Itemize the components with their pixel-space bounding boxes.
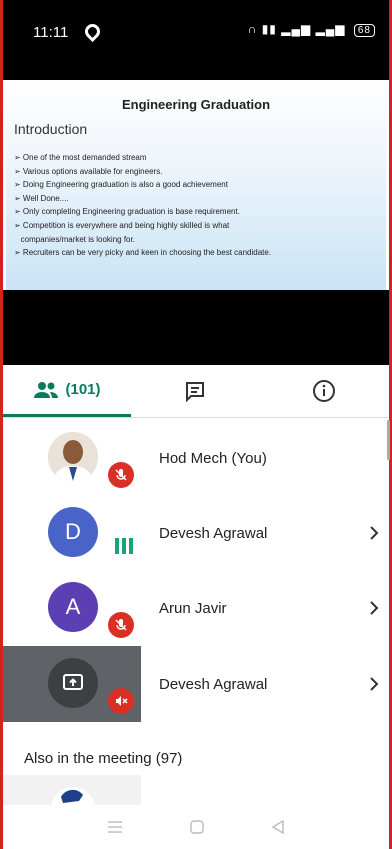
battery-icon: 68 [353, 24, 375, 37]
participant-row[interactable]: A Arun Javir [3, 570, 389, 646]
slide-bullet: ➢ Recruiters can be very picky and keen … [14, 248, 272, 258]
avatar-initial: A [65, 594, 81, 619]
location-icon [81, 20, 104, 43]
tab-people[interactable]: (101) [3, 365, 131, 417]
avatar [48, 432, 98, 482]
status-bar: 11:11 ∩ ▮▮ ▂▄▆ ▂▄▆ 68 [3, 0, 389, 80]
slide-bullet: ➢ Competition is everywhere and being hi… [14, 220, 230, 230]
system-icons: ∩ ▮▮ ▂▄▆ ▂▄▆ 68 [248, 22, 375, 37]
avatar [48, 658, 98, 708]
slide-bullets: ➢ One of the most demanded stream ➢ Vari… [14, 151, 271, 260]
partial-avatar [3, 775, 141, 805]
slide-title: Engineering Graduation [121, 97, 271, 112]
also-in-meeting-header: Also in the meeting (97) [24, 750, 183, 767]
avatar: D [48, 507, 98, 557]
people-icon [34, 381, 59, 398]
presentation-slide[interactable]: Engineering Graduation Introduction ➢ On… [6, 80, 386, 290]
slide-bullet: ➢ Various options available for engineer… [14, 166, 163, 176]
participant-name: Arun Javir [159, 599, 227, 617]
participant-row[interactable]: Devesh Agrawal [3, 646, 389, 722]
volte-icon: ▮▮ [261, 22, 277, 36]
participant-name: Hod Mech (You) [159, 449, 267, 467]
chat-icon [186, 382, 204, 402]
status-time: 11:11 [33, 24, 69, 41]
slide-bullet: companies/market is looking for. [14, 234, 135, 244]
chevron-right-icon[interactable] [369, 646, 379, 722]
participant-name: Devesh Agrawal [159, 675, 268, 693]
slide-bullet: ➢ Only completing Engineering graduation… [14, 207, 240, 217]
avatar-initial: D [65, 519, 81, 544]
mic-off-icon [108, 462, 134, 488]
chevron-right-icon[interactable] [369, 495, 379, 571]
menu-icon[interactable] [107, 821, 123, 833]
volume-off-icon [108, 688, 134, 714]
speaking-indicator-icon [115, 538, 133, 554]
screen-share-icon [63, 674, 83, 690]
avatar: A [48, 582, 98, 632]
system-nav-bar [3, 805, 389, 849]
tab-info[interactable] [259, 365, 389, 417]
headphones-icon: ∩ [247, 22, 258, 36]
people-count: (101) [65, 381, 101, 398]
slide-bullet: ➢ Doing Engineering graduation is also a… [14, 180, 228, 190]
slide-bullet: ➢ Well Done.... [14, 193, 69, 203]
participant-row[interactable]: D Devesh Agrawal [3, 495, 389, 571]
profile-photo-icon [51, 787, 95, 805]
signal-icon: ▂▄▆ [281, 22, 312, 36]
participant-name: Devesh Agrawal [159, 524, 268, 542]
participant-row[interactable]: Hod Mech (You) [3, 420, 389, 496]
info-icon [313, 380, 335, 402]
chevron-right-icon[interactable] [369, 570, 379, 646]
signal-icon-2: ▂▄▆ [315, 22, 346, 36]
back-icon[interactable] [271, 820, 285, 834]
slide-bullet: ➢ One of the most demanded stream [14, 153, 147, 162]
mic-off-icon [108, 612, 134, 638]
profile-photo-icon [48, 432, 98, 482]
home-icon[interactable] [190, 820, 204, 834]
battery-level: 68 [357, 25, 371, 36]
video-letterbox [3, 290, 389, 365]
slide-subtitle: Introduction [14, 121, 88, 137]
tab-chat[interactable] [131, 365, 259, 417]
meeting-tabs: (101) [3, 365, 389, 418]
